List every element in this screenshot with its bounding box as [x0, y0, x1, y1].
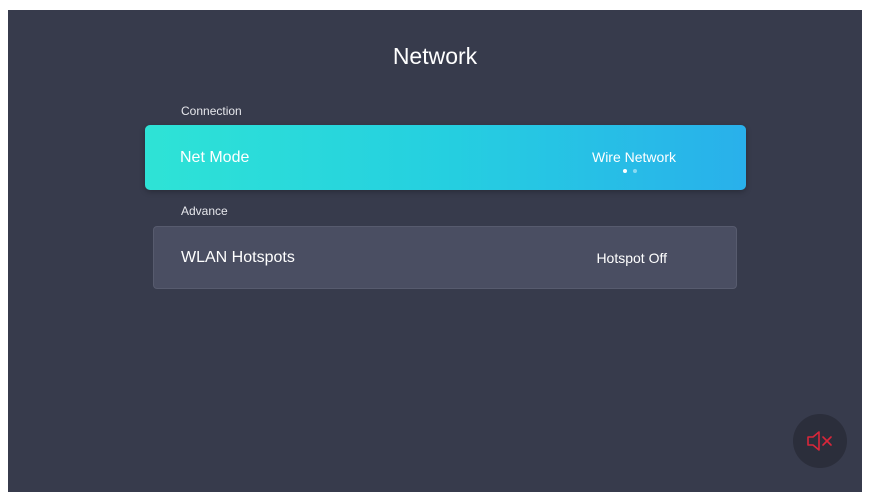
- net-mode-label: Net Mode: [180, 148, 250, 166]
- network-settings-screen: Network Connection Net Mode Wire Network…: [8, 10, 862, 492]
- section-label-advance: Advance: [181, 204, 228, 218]
- mute-indicator: [793, 414, 847, 468]
- net-mode-row[interactable]: Net Mode Wire Network: [145, 125, 746, 190]
- wlan-hotspots-value: Hotspot Off: [596, 249, 667, 266]
- option-dot-active: [623, 169, 627, 173]
- section-label-connection: Connection: [181, 104, 242, 118]
- speaker-muted-icon: [807, 431, 832, 451]
- page-title: Network: [392, 43, 478, 69]
- option-indicator: [623, 169, 637, 173]
- net-mode-value: Wire Network: [591, 149, 676, 165]
- wlan-hotspots-row[interactable]: WLAN Hotspots Hotspot Off: [153, 226, 737, 289]
- wlan-hotspots-label: WLAN Hotspots: [181, 248, 295, 266]
- option-dot-inactive: [633, 169, 637, 173]
